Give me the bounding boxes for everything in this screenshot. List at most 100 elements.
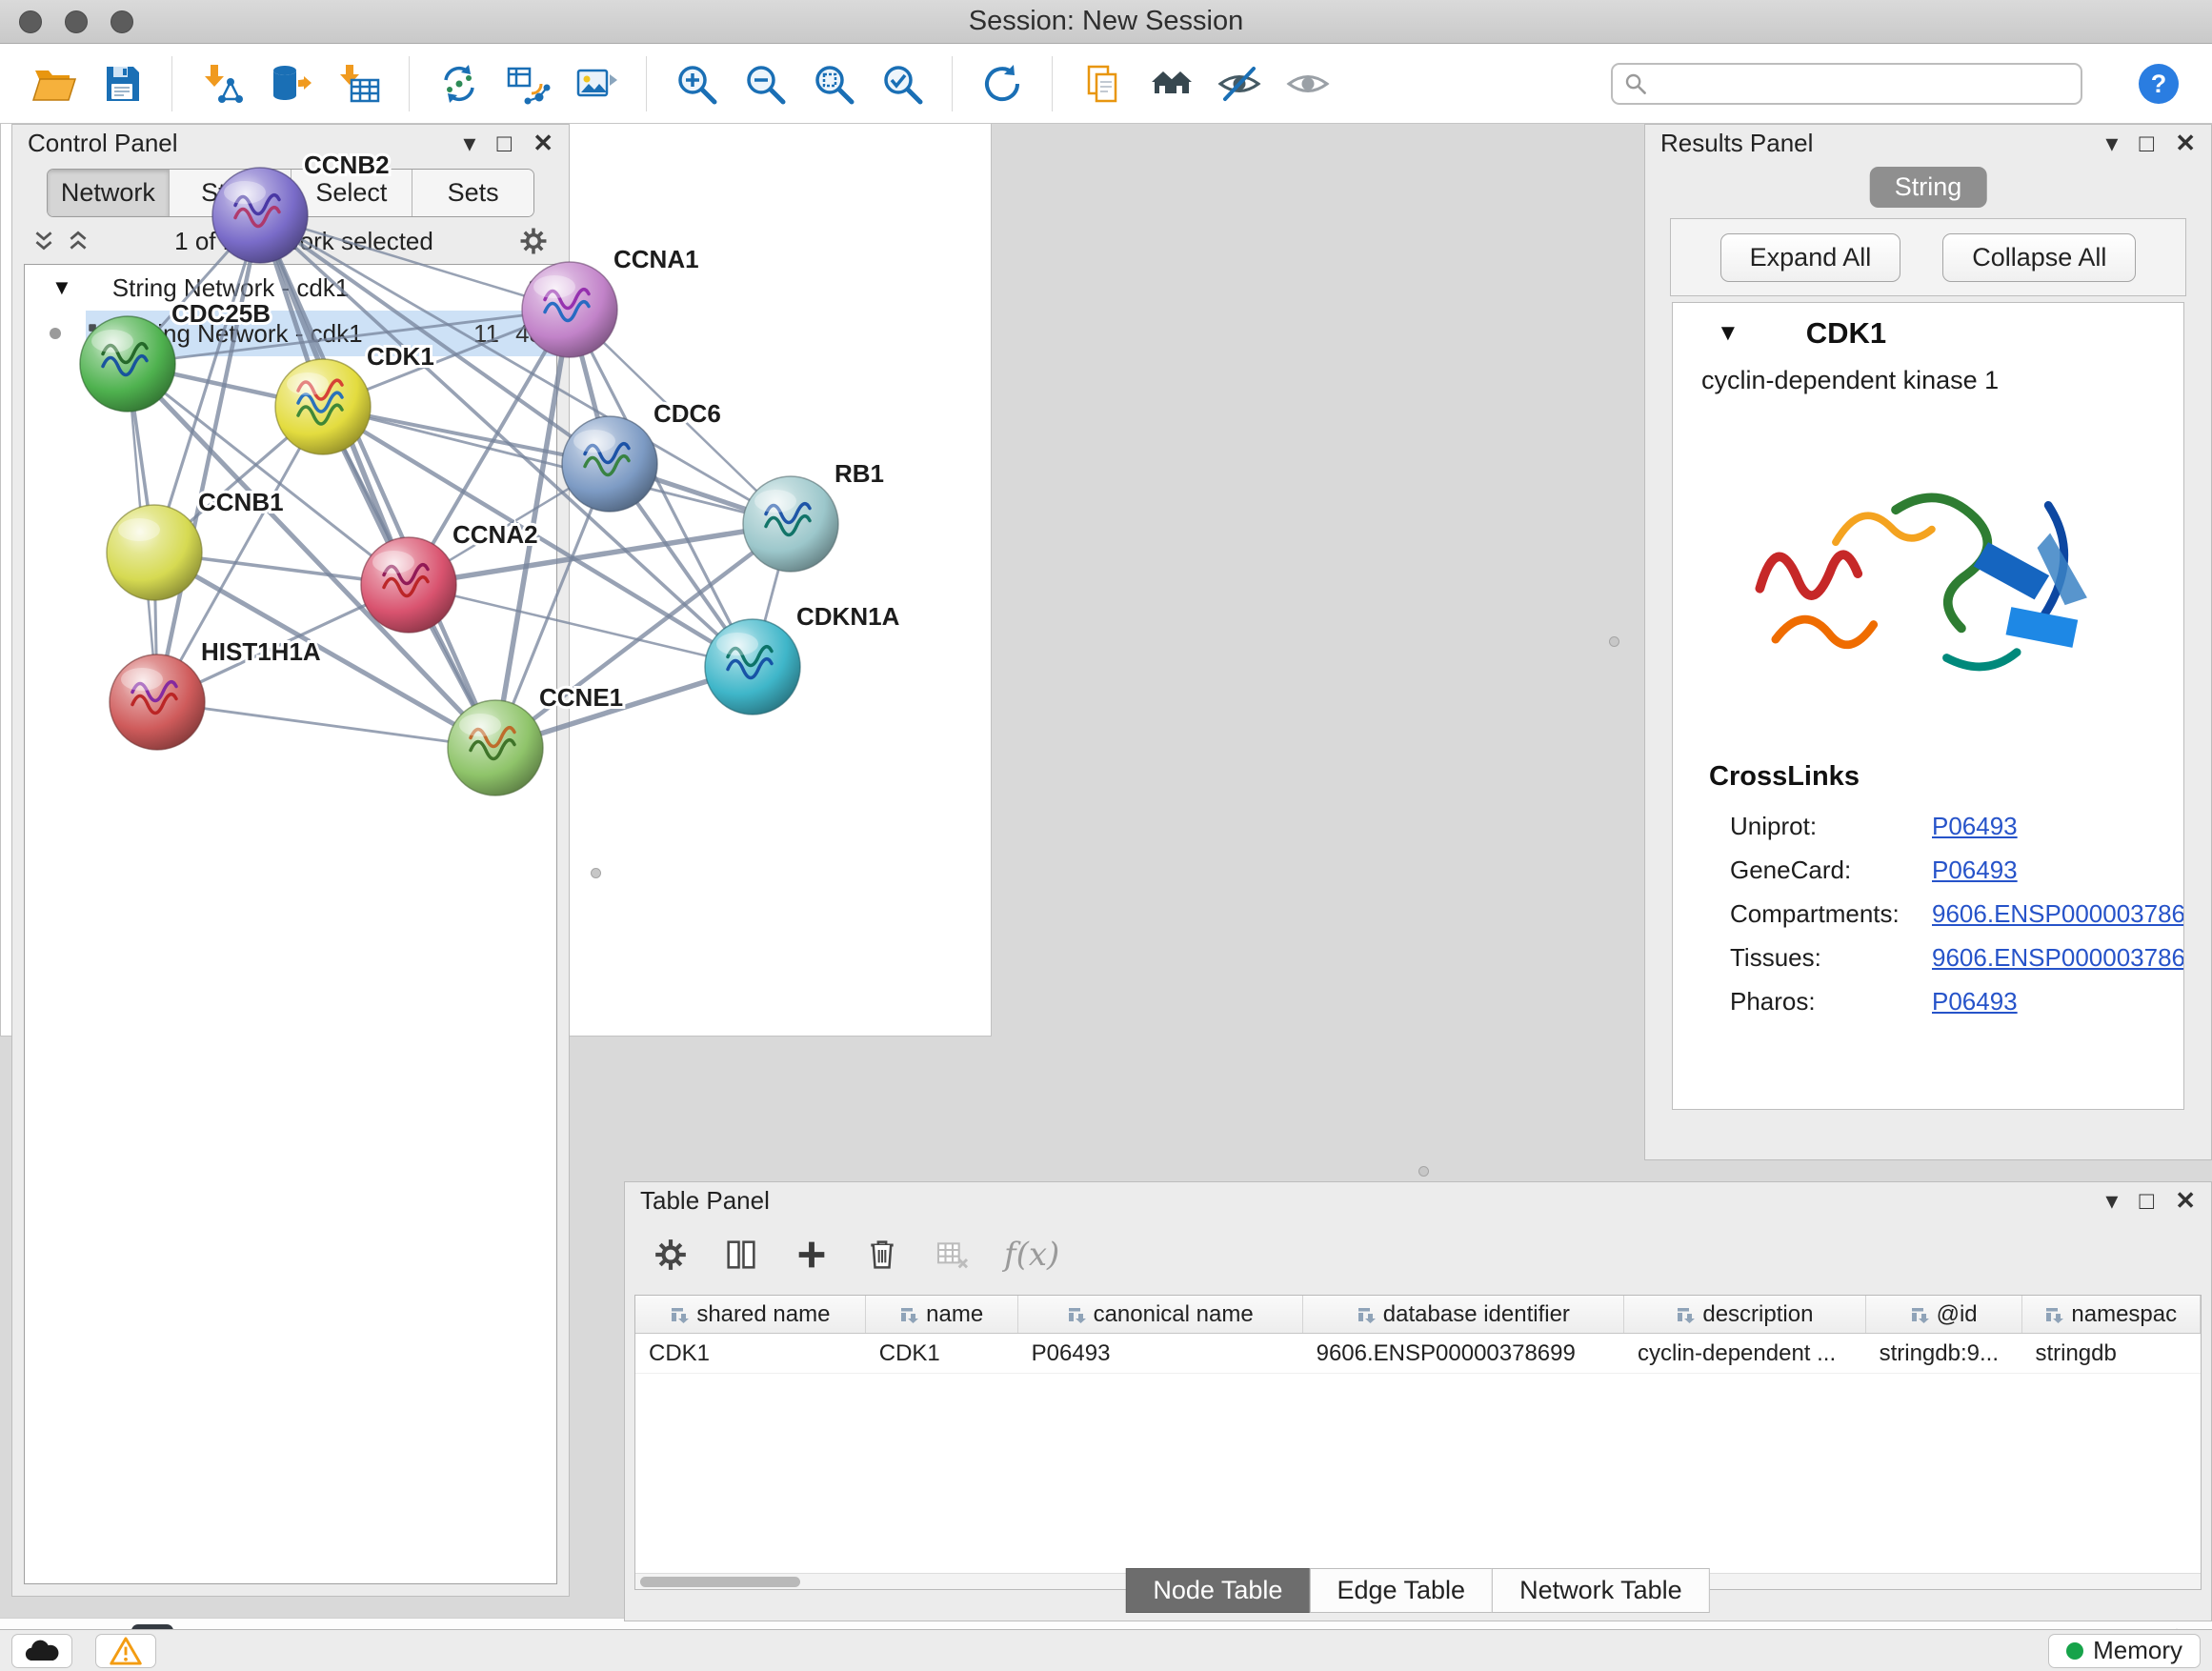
- help-button[interactable]: ?: [2128, 51, 2189, 116]
- hide-selected-button[interactable]: [1209, 51, 1270, 116]
- crosslink-row: Tissues:9606.ENSP00000378699: [1673, 936, 2183, 979]
- panel-close-icon[interactable]: ✕: [2175, 1186, 2196, 1216]
- node-CCNB1[interactable]: CCNB1: [107, 488, 284, 600]
- help-icon: ?: [2136, 61, 2182, 107]
- table-cell[interactable]: 9606.ENSP00000378699: [1303, 1334, 1624, 1373]
- column-sort-icon: [2044, 1305, 2063, 1324]
- memory-label: Memory: [2093, 1636, 2182, 1665]
- gene-name: CDK1: [1806, 316, 1886, 351]
- node-CDK1[interactable]: CDK1: [275, 342, 434, 454]
- table-panel: Table Panel ▾ □ ✕ f(x) shared namenameca…: [624, 1181, 2212, 1621]
- crosslink-link[interactable]: 9606.ENSP00000378699: [1932, 899, 2184, 929]
- panel-close-icon[interactable]: ✕: [2175, 129, 2196, 158]
- tab-node-table[interactable]: Node Table: [1125, 1568, 1310, 1613]
- expand-all-button[interactable]: Expand All: [1720, 233, 1901, 282]
- first-neighbors-button[interactable]: [1140, 51, 1201, 116]
- table-toolbar: f(x): [625, 1218, 2211, 1287]
- tab-edge-table[interactable]: Edge Table: [1309, 1568, 1493, 1613]
- disclosure-triangle-icon[interactable]: ▼: [1717, 320, 1739, 347]
- table-body: CDK1CDK1P064939606.ENSP00000378699cyclin…: [635, 1334, 2201, 1374]
- node-CDC25B[interactable]: CDC25B: [80, 299, 271, 412]
- bottom-splitter-handle[interactable]: [1418, 1166, 1429, 1177]
- edge-CCNB2-HIST1H1A[interactable]: [157, 215, 260, 702]
- column-header-shared-name[interactable]: shared name: [635, 1296, 866, 1333]
- table-header-row: shared name name canonical name database id…: [635, 1296, 2201, 1334]
- column-header-database-identifier[interactable]: database identifier: [1303, 1296, 1624, 1333]
- delete-column-trash-icon[interactable]: [863, 1236, 901, 1274]
- table-settings-gear-icon[interactable]: [652, 1236, 690, 1274]
- edge-CCNB2-CCNA1[interactable]: [260, 215, 570, 310]
- duplicate-page-button[interactable]: [1072, 51, 1133, 116]
- crosslink-link[interactable]: P06493: [1932, 987, 2018, 1017]
- crosslink-link[interactable]: P06493: [1932, 812, 2018, 841]
- column-label: namespac: [2071, 1301, 2177, 1328]
- toolbar-separator: [1052, 56, 1053, 111]
- left-splitter-handle[interactable]: [591, 868, 601, 878]
- function-builder-icon[interactable]: f(x): [1004, 1236, 1059, 1274]
- table-cell[interactable]: P06493: [1018, 1334, 1303, 1373]
- search-icon: [1624, 72, 1647, 95]
- column-header-namespac[interactable]: namespac: [2022, 1296, 2201, 1333]
- protein-structure-image: [1723, 422, 2133, 736]
- node-label-CCNA2: CCNA2: [452, 520, 538, 549]
- node-CCNA1[interactable]: CCNA1: [522, 245, 699, 357]
- show-columns-icon[interactable]: [722, 1236, 760, 1274]
- scrollbar-thumb[interactable]: [640, 1577, 800, 1587]
- crosslink-link[interactable]: P06493: [1932, 856, 2018, 885]
- column-sort-icon: [670, 1305, 689, 1324]
- gene-card-header[interactable]: ▼ CDK1: [1673, 303, 2183, 351]
- status-bar: Memory: [0, 1629, 2212, 1671]
- node-HIST1H1A[interactable]: HIST1H1A: [110, 637, 321, 750]
- column-sort-icon: [1910, 1305, 1929, 1324]
- column-sort-icon: [1676, 1305, 1695, 1324]
- gene-description: cyclin-dependent kinase 1: [1673, 366, 2183, 395]
- crosslink-row: Uniprot:P06493: [1673, 804, 2183, 848]
- warning-icon: [109, 1636, 143, 1666]
- column-sort-icon: [1067, 1305, 1086, 1324]
- column-header-canonical-name[interactable]: canonical name: [1018, 1296, 1303, 1333]
- column-label: canonical name: [1094, 1301, 1254, 1328]
- network-canvas[interactable]: CCNB2CCNA1CDC25BCDK1CDC6RB1CCNB1CCNA2CDK…: [0, 0, 990, 981]
- column-label: @id: [1937, 1301, 1978, 1328]
- crosslink-link[interactable]: 9606.ENSP00000378699: [1932, 943, 2184, 973]
- tab-string[interactable]: String: [1870, 167, 1987, 208]
- panel-float-icon[interactable]: □: [2139, 1186, 2154, 1216]
- crosslinks-list: Uniprot:P06493GeneCard:P06493Compartment…: [1673, 804, 2183, 1023]
- cloud-button[interactable]: [11, 1634, 72, 1668]
- search-box[interactable]: [1611, 63, 2082, 105]
- node-CDKN1A[interactable]: CDKN1A: [705, 602, 900, 715]
- edge-CCNB2-CCNE1[interactable]: [260, 215, 495, 748]
- column-header--id[interactable]: @id: [1866, 1296, 2022, 1333]
- show-all-button[interactable]: [1277, 51, 1338, 116]
- edge-CCNA2-CDKN1A[interactable]: [409, 585, 753, 667]
- node-label-CCNB1: CCNB1: [198, 488, 284, 516]
- table-tabs: Node TableEdge TableNetwork Table: [1126, 1568, 1709, 1613]
- memory-button[interactable]: Memory: [2048, 1634, 2201, 1668]
- results-panel-header: Results Panel ▾ □ ✕: [1645, 125, 2211, 161]
- warnings-button[interactable]: [95, 1634, 156, 1668]
- node-RB1[interactable]: RB1: [743, 459, 884, 572]
- right-splitter-handle[interactable]: [1609, 636, 1619, 647]
- table-cell[interactable]: stringdb: [2021, 1334, 2201, 1373]
- houses-icon: [1148, 61, 1194, 107]
- table-cell[interactable]: CDK1: [866, 1334, 1018, 1373]
- network-view[interactable]: CCNB2CCNA1CDC25BCDK1CDC6RB1CCNB1CCNA2CDK…: [0, 0, 992, 1037]
- panel-float-icon[interactable]: □: [2139, 129, 2154, 158]
- tab-network-table[interactable]: Network Table: [1492, 1568, 1710, 1613]
- column-header-name[interactable]: name: [866, 1296, 1018, 1333]
- table-cell[interactable]: cyclin-dependent ...: [1624, 1334, 1866, 1373]
- panel-menu-icon[interactable]: ▾: [2105, 129, 2118, 158]
- column-label: name: [926, 1301, 983, 1328]
- panel-menu-icon[interactable]: ▾: [2105, 1186, 2118, 1216]
- column-header-description[interactable]: description: [1624, 1296, 1866, 1333]
- collapse-all-button[interactable]: Collapse All: [1942, 233, 2136, 282]
- edge-HIST1H1A-CCNE1[interactable]: [157, 702, 495, 748]
- node-table[interactable]: shared name name canonical name database id…: [634, 1295, 2202, 1590]
- table-cell[interactable]: stringdb:9...: [1866, 1334, 2022, 1373]
- svg-text:?: ?: [2151, 70, 2167, 98]
- table-row[interactable]: CDK1CDK1P064939606.ENSP00000378699cyclin…: [635, 1334, 2201, 1374]
- search-input[interactable]: [1657, 69, 2069, 98]
- results-panel-title: Results Panel: [1660, 129, 1813, 158]
- add-column-icon[interactable]: [793, 1236, 831, 1274]
- table-cell[interactable]: CDK1: [635, 1334, 866, 1373]
